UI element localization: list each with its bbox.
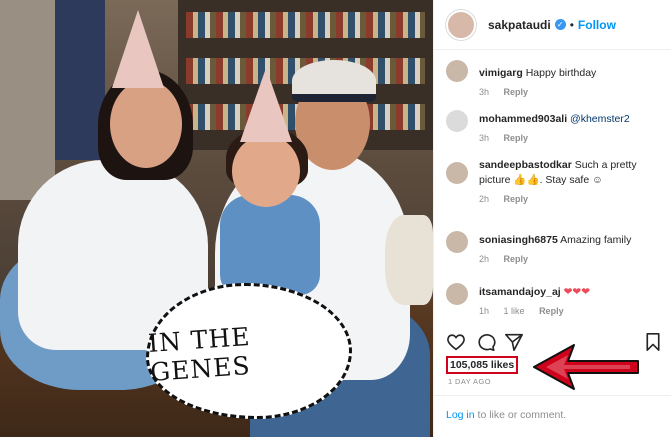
caption-cloud: IN THE GENES <box>146 283 352 419</box>
commenter-avatar[interactable] <box>446 110 468 132</box>
comment-icon[interactable] <box>476 333 496 351</box>
comment-item: itsamandajoy_aj ❤❤❤ 1h 1 like Reply <box>434 279 671 331</box>
commenter-avatar[interactable] <box>446 60 468 82</box>
login-prompt: Log in to like or comment. <box>434 395 671 434</box>
comment-time: 3h <box>479 87 490 97</box>
comment-time: 1h <box>479 306 490 316</box>
reply-button[interactable]: Reply <box>539 306 564 316</box>
author-avatar[interactable] <box>446 9 476 40</box>
comments-list: vimigarg Happy birthday 3h Reply mohamme… <box>434 56 671 331</box>
comment-username[interactable]: sandeepbastodkar <box>479 159 572 171</box>
comment-meta: 3h Reply <box>479 133 665 143</box>
comment-text: Happy birthday <box>525 67 597 79</box>
wall <box>0 0 55 200</box>
author-username[interactable]: sakpataudi <box>488 18 551 32</box>
shelf-row <box>186 12 425 38</box>
caption-art-text: IN THE GENES <box>147 321 252 387</box>
child-overalls <box>220 195 320 295</box>
comment-body: vimigarg Happy birthday <box>479 56 665 81</box>
follow-button[interactable]: Follow <box>578 18 616 32</box>
comment-username[interactable]: vimigarg <box>479 67 523 79</box>
annotation-arrow-icon <box>533 344 639 390</box>
comment-body: mohammed903ali @khemster2 <box>479 106 665 127</box>
reply-button[interactable]: Reply <box>504 87 529 97</box>
comment-meta: 2h Reply <box>479 194 665 204</box>
heart-emoji-icon: ❤❤❤ <box>563 286 591 298</box>
comment-text: Amazing family <box>560 234 632 246</box>
post-header: sakpataudi ✓ • Follow <box>434 0 671 50</box>
comment-likes[interactable]: 1 like <box>504 306 525 316</box>
comment-username[interactable]: itsamandajoy_aj <box>479 286 561 298</box>
verified-badge-icon: ✓ <box>554 19 566 30</box>
party-hat <box>240 68 292 142</box>
comment-item: mohammed903ali @khemster2 3h Reply <box>434 106 671 158</box>
share-icon[interactable] <box>504 333 524 351</box>
post-photo[interactable]: IN THE GENES <box>0 0 433 437</box>
mother-face <box>110 80 182 168</box>
comment-body: itsamandajoy_aj ❤❤❤ <box>479 279 665 300</box>
father-cap <box>292 60 376 102</box>
post-timestamp[interactable]: 1 DAY AGO <box>448 377 491 386</box>
likes-count[interactable]: 105,085 likes <box>446 356 519 374</box>
comment-body: sandeepbastodkar Such a pretty picture 👍… <box>479 158 665 188</box>
comment-meta: 2h Reply <box>479 254 665 264</box>
comment-time: 2h <box>479 254 490 264</box>
comment-meta: 1h 1 like Reply <box>479 306 665 316</box>
login-prompt-text: to like or comment. <box>474 409 567 421</box>
comment-item: sandeepbastodkar Such a pretty picture 👍… <box>434 158 671 227</box>
comment-time: 3h <box>479 133 490 143</box>
comment-username[interactable]: soniasingh6875 <box>479 234 558 246</box>
comment-body: soniasingh6875 Amazing family <box>479 227 665 248</box>
comment-username[interactable]: mohammed903ali <box>479 113 567 125</box>
comment-item: vimigarg Happy birthday 3h Reply <box>434 56 671 106</box>
child-face <box>232 135 300 207</box>
reply-button[interactable]: Reply <box>504 133 529 143</box>
commenter-avatar[interactable] <box>446 283 468 305</box>
comment-time: 2h <box>479 194 490 204</box>
party-hat <box>112 10 164 88</box>
bookmark-icon[interactable] <box>645 333 661 351</box>
heart-icon[interactable] <box>446 333 466 351</box>
reply-button[interactable]: Reply <box>504 194 529 204</box>
dog <box>385 215 433 305</box>
comment-mention[interactable]: @khemster2 <box>570 113 630 125</box>
commenter-avatar[interactable] <box>446 231 468 253</box>
login-link[interactable]: Log in <box>446 409 475 421</box>
comment-item: soniasingh6875 Amazing family 2h Reply <box>434 227 671 279</box>
reply-button[interactable]: Reply <box>504 254 529 264</box>
commenter-avatar[interactable] <box>446 162 468 184</box>
comment-meta: 3h Reply <box>479 87 665 97</box>
separator-dot: • <box>569 17 574 32</box>
